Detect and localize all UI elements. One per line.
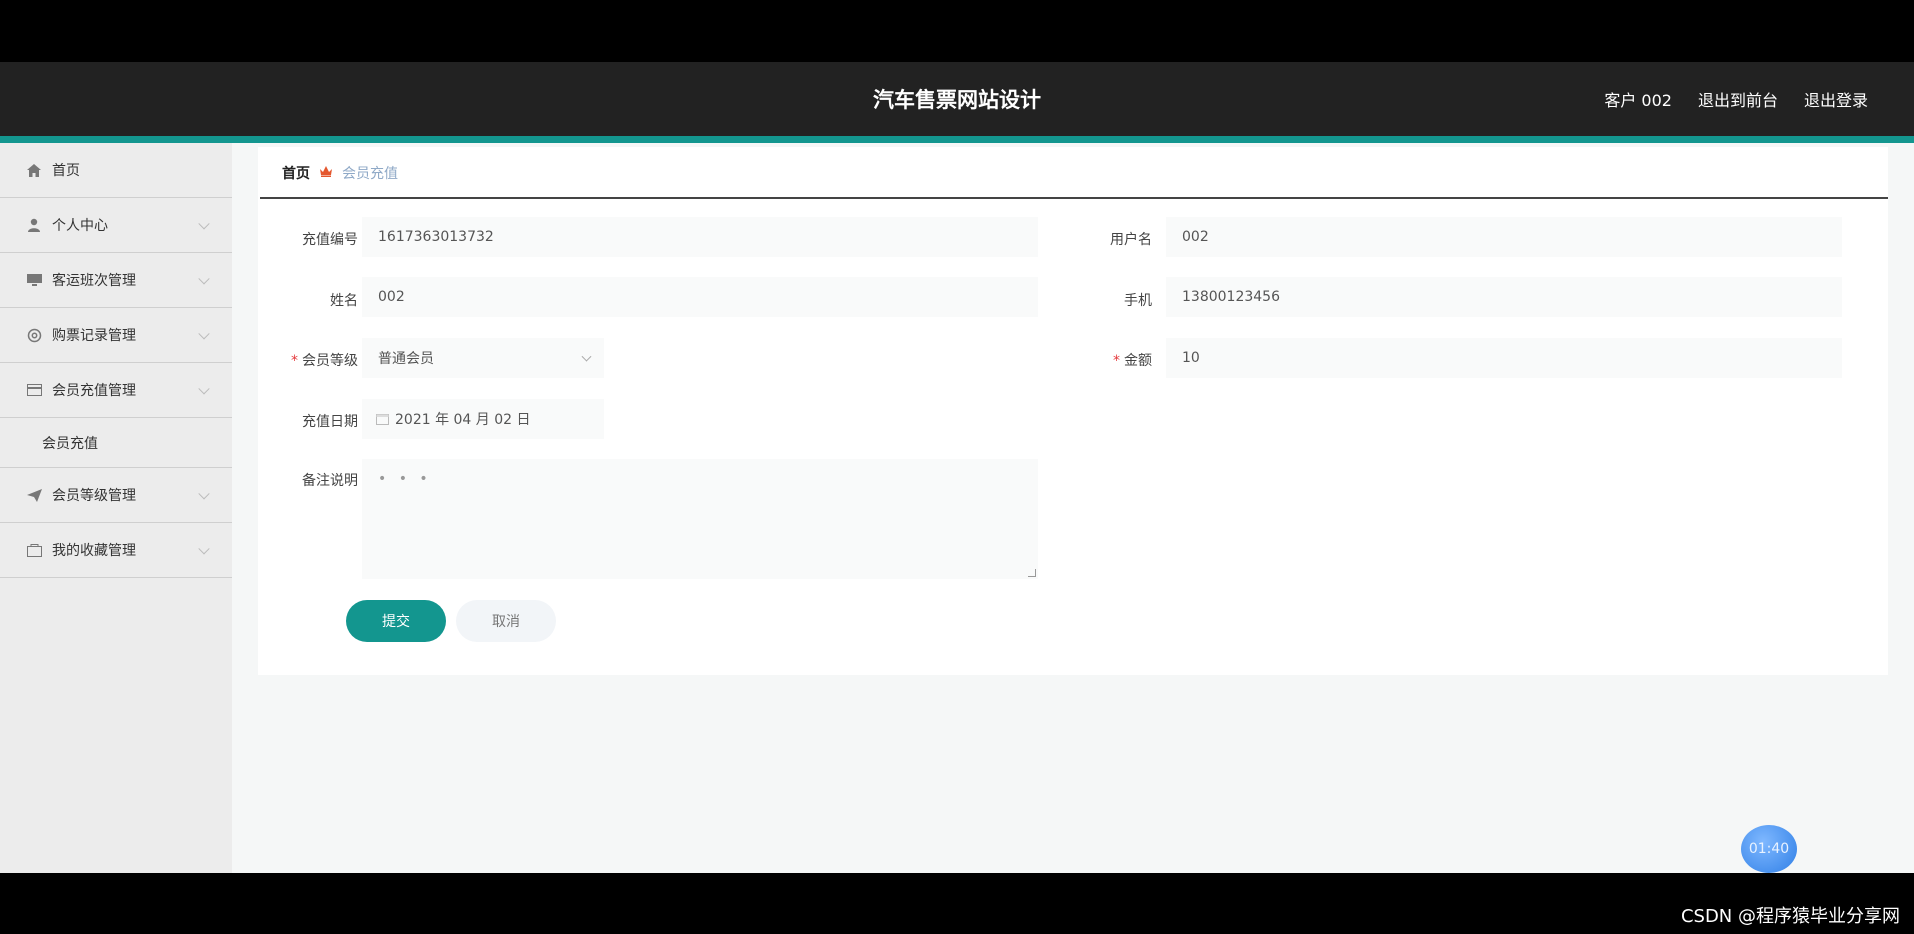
username-label: 用户名 (1110, 232, 1152, 248)
date-label: 充值日期 (302, 414, 358, 430)
crown-icon (320, 165, 332, 181)
bottom-black-bar (0, 873, 1914, 934)
breadcrumb-home[interactable]: 首页 (282, 163, 310, 183)
breadcrumb-current: 会员充值 (342, 166, 398, 182)
sidebar-item-label: 会员等级管理 (52, 488, 136, 504)
sidebar-item-recharge-management[interactable]: 会员充值管理 (0, 363, 232, 418)
sidebar-subitem-recharge[interactable]: 会员充值 (0, 418, 232, 468)
level-select-value: 普通会员 (378, 351, 434, 367)
chevron-down-icon (581, 351, 592, 362)
logout-link[interactable]: 退出登录 (1804, 87, 1868, 111)
date-picker[interactable]: 2021 年 04 月 02 日 (362, 399, 604, 439)
user-account-link[interactable]: 客户 002 (1604, 87, 1672, 111)
sidebar-item-label: 首页 (52, 163, 80, 179)
username-input[interactable]: 002 (1166, 217, 1842, 257)
sidebar-item-level-management[interactable]: 会员等级管理 (0, 468, 232, 523)
main-content: 首页 会员充值 充值编号 1617363013732 用户名 002 姓名 00… (232, 143, 1914, 873)
monitor-icon (24, 272, 44, 288)
home-icon (24, 162, 44, 178)
remark-textarea[interactable]: • • • (362, 459, 1038, 579)
chevron-down-icon (198, 543, 210, 555)
level-label: * 会员等级 (291, 353, 358, 369)
remark-label: 备注说明 (302, 473, 358, 489)
watermark: CSDN @程序猿毕业分享网 (1680, 906, 1900, 927)
sidebar-item-label: 我的收藏管理 (52, 543, 136, 559)
header-accent-line (0, 136, 1914, 143)
sidebar-item-label: 会员充值管理 (52, 383, 136, 399)
recharge-no-label: 充值编号 (302, 232, 358, 248)
chevron-down-icon (198, 488, 210, 500)
form-card: 首页 会员充值 充值编号 1617363013732 用户名 002 姓名 00… (258, 147, 1888, 675)
level-select[interactable]: 普通会员 (362, 338, 604, 378)
phone-input[interactable]: 13800123456 (1166, 277, 1842, 317)
sidebar-item-personal-center[interactable]: 个人中心 (0, 198, 232, 253)
header-links: 客户 002 退出到前台 退出登录 (1604, 87, 1868, 111)
cancel-button[interactable]: 取消 (456, 600, 556, 642)
name-label: 姓名 (330, 293, 358, 309)
amount-label: * 金额 (1113, 353, 1152, 369)
sidebar-subitem-label: 会员充值 (42, 435, 98, 452)
chevron-down-icon (198, 218, 210, 230)
user-icon (24, 217, 44, 233)
sidebar-item-label: 客运班次管理 (52, 273, 136, 289)
calendar-icon (376, 413, 389, 425)
remark-text: • • • (378, 471, 432, 487)
date-value: 2021 年 04 月 02 日 (395, 412, 531, 428)
chevron-down-icon (198, 273, 210, 285)
top-black-bar (0, 0, 1914, 62)
folder-icon (24, 542, 44, 558)
chevron-up-icon (198, 383, 210, 395)
chevron-down-icon (198, 328, 210, 340)
sidebar-item-home[interactable]: 首页 (0, 143, 232, 198)
breadcrumb: 首页 会员充值 (282, 163, 398, 183)
timer-badge: 01:40 (1741, 825, 1797, 873)
amount-input[interactable]: 10 (1166, 338, 1842, 378)
card-icon (24, 382, 44, 398)
resize-handle-icon[interactable] (1028, 569, 1036, 577)
breadcrumb-divider (260, 197, 1888, 199)
phone-label: 手机 (1124, 293, 1152, 309)
sidebar-item-ticket-records[interactable]: 购票记录管理 (0, 308, 232, 363)
sidebar-item-label: 购票记录管理 (52, 328, 136, 344)
name-input[interactable]: 002 (362, 277, 1038, 317)
send-icon (24, 487, 44, 503)
gear-icon (24, 327, 44, 343)
sidebar-item-favorites[interactable]: 我的收藏管理 (0, 523, 232, 578)
sidebar: 首页 个人中心 客运班次管理 购票记录管理 会员充值管理 会员充值 会员等级管理… (0, 143, 232, 873)
exit-to-frontend-link[interactable]: 退出到前台 (1698, 87, 1778, 111)
submit-button[interactable]: 提交 (346, 600, 446, 642)
sidebar-item-label: 个人中心 (52, 218, 108, 234)
sidebar-item-schedule[interactable]: 客运班次管理 (0, 253, 232, 308)
recharge-no-input[interactable]: 1617363013732 (362, 217, 1038, 257)
